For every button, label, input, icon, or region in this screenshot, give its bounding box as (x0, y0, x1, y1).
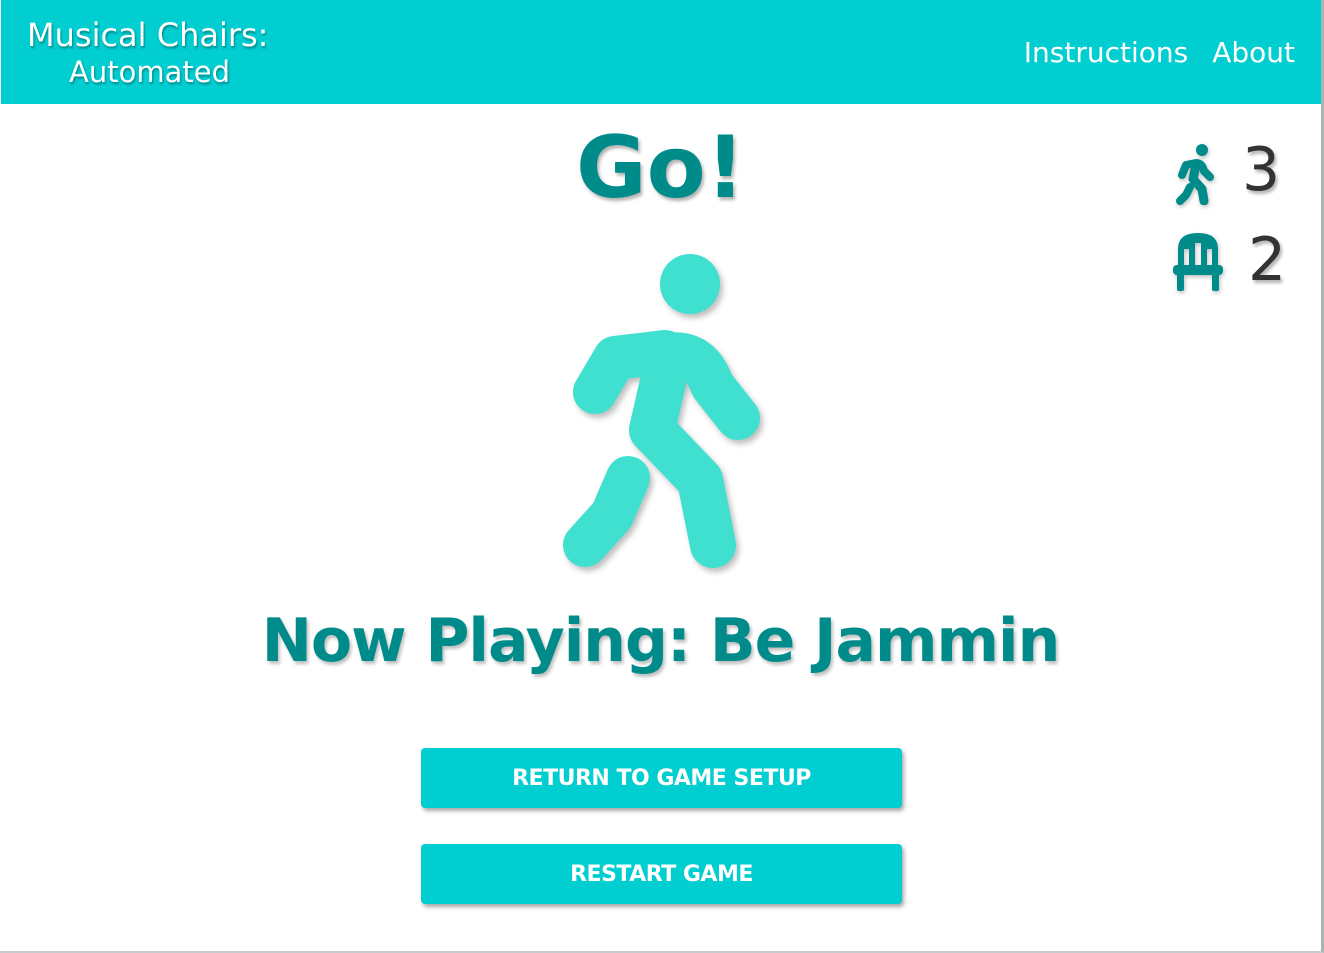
counts-panel: 3 2 (1170, 125, 1286, 305)
header: Musical Chairs: Automated Instructions A… (1, 0, 1321, 104)
players-count: 3 (1170, 125, 1286, 215)
walking-person-icon (1176, 144, 1214, 205)
chairs-count-value: 2 (1248, 225, 1287, 295)
nav-about[interactable]: About (1212, 36, 1295, 69)
app-title-line2: Automated (69, 55, 230, 89)
players-count-value: 3 (1242, 135, 1281, 205)
chair-icon (1173, 233, 1223, 291)
chairs-count: 2 (1170, 215, 1286, 305)
app-title: Musical Chairs: Automated (27, 16, 268, 90)
walking-person-icon (563, 254, 760, 568)
app-title-line1: Musical Chairs: (27, 16, 269, 54)
nav: Instructions About (1024, 36, 1295, 69)
now-playing: Now Playing: Be Jammin (261, 606, 1061, 676)
restart-game-button[interactable]: RESTART GAME (421, 844, 902, 904)
game-status-heading: Go! (576, 118, 745, 218)
nav-instructions[interactable]: Instructions (1024, 36, 1188, 69)
return-to-setup-button[interactable]: RETURN TO GAME SETUP (421, 748, 902, 808)
